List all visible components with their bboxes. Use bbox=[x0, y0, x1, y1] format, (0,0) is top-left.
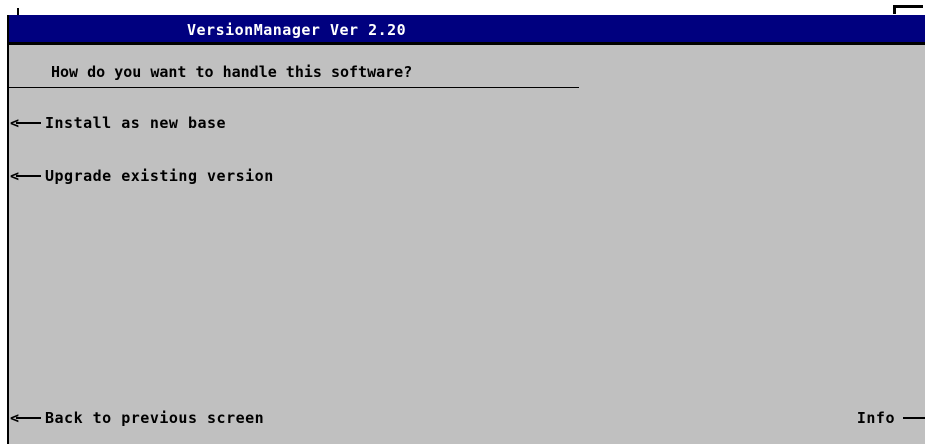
arrow-left-icon: < bbox=[9, 407, 45, 429]
title-bar: VersionManager Ver 2.20 bbox=[9, 15, 925, 45]
back-to-previous-screen-option[interactable]: < Back to previous screen bbox=[9, 407, 264, 429]
top-border-tick bbox=[893, 5, 896, 14]
option-label: Upgrade existing version bbox=[45, 167, 274, 185]
option-label: Install as new base bbox=[45, 114, 227, 132]
screen: VersionManager Ver 2.20 How do you want … bbox=[0, 0, 925, 444]
info-softkey[interactable]: Info bbox=[857, 407, 925, 429]
info-label: Info bbox=[856, 409, 895, 427]
install-as-new-base-option[interactable]: < Install as new base bbox=[9, 112, 226, 134]
top-border-tick bbox=[17, 8, 19, 15]
top-border-tick bbox=[893, 5, 923, 8]
dialog-panel: VersionManager Ver 2.20 How do you want … bbox=[7, 15, 925, 444]
arrow-left-icon: < bbox=[9, 165, 45, 187]
arrow-left-icon: < bbox=[9, 112, 45, 134]
question-heading: How do you want to handle this software? bbox=[51, 63, 413, 81]
back-label: Back to previous screen bbox=[45, 409, 265, 427]
softkey-line-icon bbox=[903, 417, 925, 419]
heading-divider bbox=[9, 87, 579, 88]
upgrade-existing-version-option[interactable]: < Upgrade existing version bbox=[9, 165, 274, 187]
window-title: VersionManager Ver 2.20 bbox=[187, 21, 407, 39]
